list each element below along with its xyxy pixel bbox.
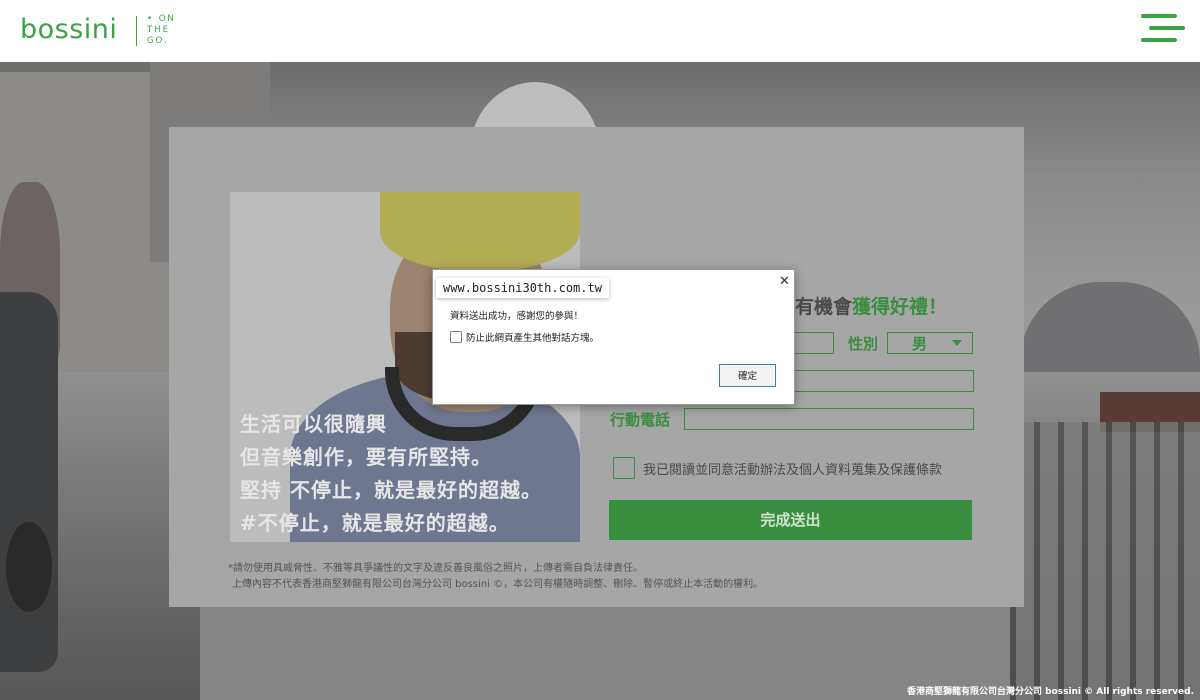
site-header: bossini • ON THE GO. (0, 0, 1200, 62)
ok-button[interactable]: 確定 (719, 364, 776, 387)
phone-input[interactable] (684, 408, 974, 430)
agree-checkbox[interactable] (613, 457, 635, 479)
chevron-down-icon (952, 340, 962, 346)
email-input[interactable] (764, 370, 974, 392)
form-title: 就有機會獲得好禮！ (776, 292, 947, 319)
hamburger-menu-icon[interactable] (1141, 14, 1185, 46)
street (200, 602, 1010, 700)
agree-label[interactable]: 我已閱讀並同意活動辦法及個人資料蒐集及保護條款 (643, 459, 942, 478)
car-wheel (6, 522, 52, 612)
promo-quote-line: #不停止，就是最好的超越。 (240, 511, 510, 535)
railing (1010, 422, 1200, 700)
gender-label: 性別 (848, 335, 879, 353)
submit-button[interactable]: 完成送出 (609, 500, 972, 540)
bridge (1020, 282, 1200, 372)
logo-divider (136, 16, 137, 46)
suppress-dialogs-label[interactable]: 防止此網頁產生其他對話方塊。 (466, 330, 599, 344)
tagline-line: THE (147, 25, 170, 35)
promo-quote-line: 堅持 不停止，就是最好的超越。 (240, 478, 542, 502)
bossini-logo[interactable]: bossini (20, 14, 117, 45)
alert-dialog: ✕ www.bossini30th.com.tw 資料送出成功，感謝您的參與！ … (432, 269, 795, 405)
phone-label: 行動電話 (610, 411, 671, 429)
tagline-line: GO. (147, 36, 169, 46)
gender-value: 男 (912, 335, 928, 353)
on-the-go-tagline: • ON THE GO. (147, 14, 176, 47)
car (0, 292, 58, 672)
tagline-line: • ON (147, 14, 176, 24)
close-icon[interactable]: ✕ (779, 274, 790, 289)
hat (380, 192, 580, 272)
suppress-dialogs-checkbox[interactable] (450, 331, 462, 343)
promo-quote-line: 生活可以很隨興 (240, 412, 387, 436)
copyright-footer: 香港商堅獅龍有限公司台灣分公司 bossini © All rights res… (906, 687, 1194, 697)
dialog-message: 資料送出成功，感謝您的參與！ (450, 311, 584, 322)
disclaimer-line: 上傳內容不代表香港商堅獅龍有限公司台灣分公司 bossini ©，本公司有權隨時… (232, 579, 764, 590)
gender-select[interactable]: 男 (887, 332, 973, 354)
dialog-origin-url: www.bossini30th.com.tw (436, 278, 609, 298)
promo-quote-line: 但音樂創作，要有所堅持。 (240, 445, 492, 469)
disclaimer-line: *請勿使用具威脅性、不雅等具爭議性的文字及違反善良風俗之照片，上傳者需自負法律責… (228, 563, 643, 574)
form-title-highlight: 獲得好禮！ (852, 296, 948, 318)
